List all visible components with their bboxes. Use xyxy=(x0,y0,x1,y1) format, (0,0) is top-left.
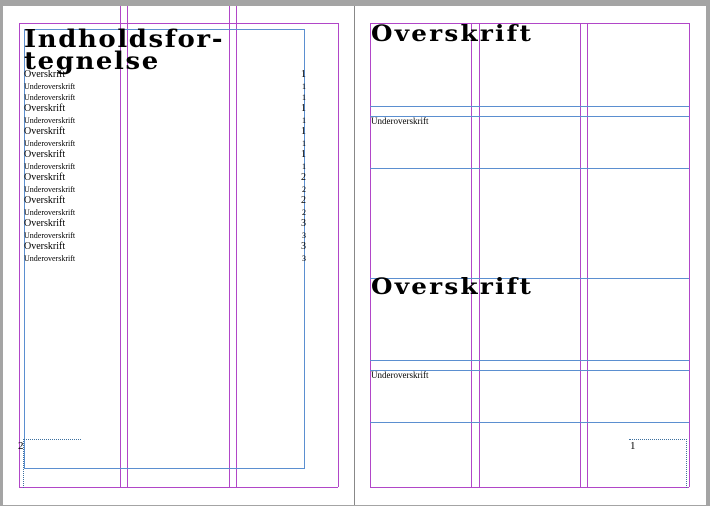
column-guide xyxy=(587,23,588,487)
toc-entry[interactable]: Underoverskrift 2 xyxy=(24,184,306,195)
toc-entry[interactable]: Underoverskrift 2 xyxy=(24,207,306,218)
toc-entry-page: 1 xyxy=(301,69,306,80)
right-page[interactable]: 1 xyxy=(355,6,706,505)
frame-edge xyxy=(370,106,689,107)
toc-entry[interactable]: Underoverskrift 1 xyxy=(24,138,306,149)
toc-entry[interactable]: Underoverskrift 1 xyxy=(24,92,306,103)
toc-entry-page: 1 xyxy=(302,82,306,91)
toc-title-text: Indholdsfor-tegnelse xyxy=(24,24,225,75)
frame-edge xyxy=(370,422,689,423)
page-spread: Indholdsfor-tegnelse Overskrift 1 Underove… xyxy=(3,6,706,505)
toc-entry-label: Overskrift xyxy=(24,103,66,114)
toc-entry[interactable]: Overskrift 3 xyxy=(24,218,306,230)
section-subheading: Underoverskrift xyxy=(371,370,429,380)
toc-entry-page: 1 xyxy=(302,162,306,171)
left-page[interactable]: Indholdsfor-tegnelse Overskrift 1 Underove… xyxy=(3,6,354,505)
toc-entry-page: 2 xyxy=(302,208,306,217)
toc-entry-label: Underoverskrift xyxy=(24,162,76,171)
toc-entry-label: Underoverskrift xyxy=(24,139,76,148)
toc-entry-page: 1 xyxy=(302,93,306,102)
toc-entry-page: 1 xyxy=(301,149,306,160)
column-guide xyxy=(479,23,480,487)
toc-entry[interactable]: Overskrift 1 xyxy=(24,126,306,138)
toc-list: Overskrift 1 Underoverskrift 1 Underoverskri… xyxy=(24,69,306,264)
toc-entry-label: Overskrift xyxy=(24,172,66,183)
toc-entry-page: 2 xyxy=(301,195,306,206)
toc-entry[interactable]: Underoverskrift 1 xyxy=(24,115,306,126)
margin-guide-left xyxy=(370,23,371,487)
margin-guide-right xyxy=(689,23,690,487)
toc-entry-label: Overskrift xyxy=(24,195,66,206)
toc-entry[interactable]: Underoverskrift 3 xyxy=(24,230,306,241)
toc-entry[interactable]: Overskrift 2 xyxy=(24,195,306,207)
page-number: 2 xyxy=(18,440,24,452)
column-guide xyxy=(580,23,581,487)
toc-entry-page: 3 xyxy=(302,254,306,263)
toc-entry-page: 3 xyxy=(301,241,306,252)
toc-entry-page: 1 xyxy=(301,126,306,137)
section-heading: Overskrift xyxy=(371,21,534,47)
toc-entry-page: 2 xyxy=(302,185,306,194)
toc-entry[interactable]: Underoverskrift 1 xyxy=(24,81,306,92)
toc-entry-label: Overskrift xyxy=(24,218,66,229)
toc-entry-page: 2 xyxy=(301,172,306,183)
toc-entry[interactable]: Underoverskrift 1 xyxy=(24,161,306,172)
toc-entry[interactable]: Underoverskrift 3 xyxy=(24,253,306,264)
frame-edge xyxy=(370,168,689,169)
toc-entry-page: 1 xyxy=(302,116,306,125)
toc-entry-page: 3 xyxy=(302,231,306,240)
margin-guide-left xyxy=(19,23,20,487)
toc-entry-page: 3 xyxy=(301,218,306,229)
toc-entry-label: Overskrift xyxy=(24,149,66,160)
column-guide xyxy=(471,23,472,487)
toc-entry-label: Overskrift xyxy=(24,69,66,80)
toc-entry[interactable]: Overskrift 3 xyxy=(24,241,306,253)
toc-entry-label: Underoverskrift xyxy=(24,231,76,240)
toc-entry[interactable]: Overskrift 1 xyxy=(24,69,306,81)
folio-frame[interactable] xyxy=(629,439,687,488)
toc-entry-label: Underoverskrift xyxy=(24,254,76,263)
toc-entry-label: Underoverskrift xyxy=(24,208,76,217)
toc-entry-page: 1 xyxy=(301,103,306,114)
folio-frame[interactable] xyxy=(23,439,81,488)
toc-title: Indholdsfor-tegnelse xyxy=(24,27,326,73)
toc-entry-label: Underoverskrift xyxy=(24,82,76,91)
toc-entry[interactable]: Overskrift 2 xyxy=(24,172,306,184)
toc-entry[interactable]: Overskrift 1 xyxy=(24,149,306,161)
toc-entry-label: Overskrift xyxy=(24,241,66,252)
toc-entry-label: Underoverskrift xyxy=(24,93,76,102)
toc-entry-label: Underoverskrift xyxy=(24,185,76,194)
margin-guide-right xyxy=(338,23,339,487)
section-heading: Overskrift xyxy=(371,274,534,300)
section-subheading: Underoverskrift xyxy=(371,116,429,126)
toc-entry-label: Overskrift xyxy=(24,126,66,137)
page-number: 1 xyxy=(630,440,636,452)
toc-entry-label: Underoverskrift xyxy=(24,116,76,125)
frame-edge xyxy=(370,360,689,361)
toc-entry[interactable]: Overskrift 1 xyxy=(24,103,306,115)
toc-entry-page: 1 xyxy=(302,139,306,148)
